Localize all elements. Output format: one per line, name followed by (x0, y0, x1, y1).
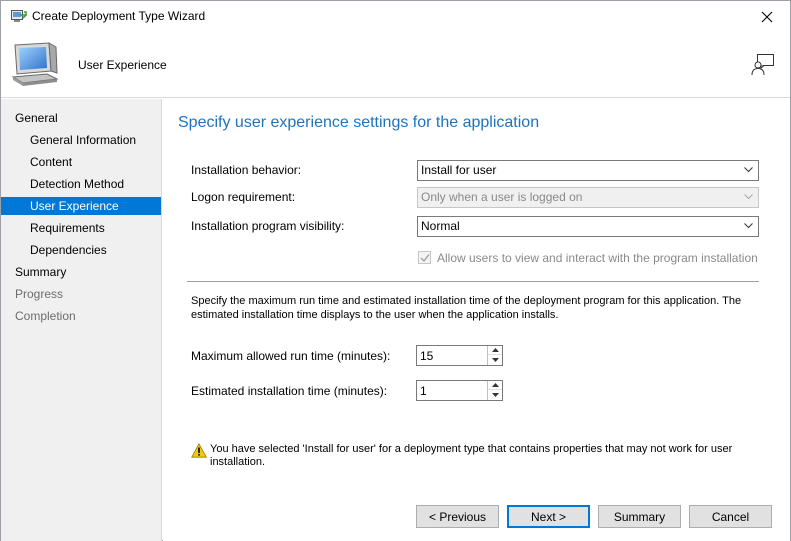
installation-behavior-value: Install for user (421, 163, 497, 177)
previous-button[interactable]: < Previous (416, 505, 499, 528)
program-visibility-select[interactable]: Normal (417, 216, 759, 237)
max-run-time-spinner[interactable]: 15 (416, 345, 503, 366)
spin-down-button[interactable] (488, 390, 502, 399)
spin-up-button[interactable] (488, 346, 502, 355)
nav-item-requirements[interactable]: Requirements (1, 219, 161, 237)
installation-behavior-label: Installation behavior: (191, 163, 302, 177)
arrow-up-icon (491, 348, 499, 352)
help-person-icon[interactable] (751, 53, 775, 77)
computer-icon (11, 42, 59, 86)
arrow-down-icon (491, 392, 499, 397)
estimated-time-spinner[interactable]: 1 (416, 380, 503, 401)
spinner-buttons (487, 346, 502, 365)
section-separator (187, 281, 759, 282)
close-icon (761, 11, 773, 22)
nav-item-dependencies[interactable]: Dependencies (1, 241, 161, 259)
warning-message: You have selected 'Install for user' for… (210, 443, 733, 468)
chevron-down-icon (744, 194, 753, 200)
max-run-time-value[interactable]: 15 (420, 349, 433, 363)
spin-down-button[interactable] (488, 355, 502, 364)
checkmark-icon (420, 254, 430, 263)
wizard-app-icon (11, 10, 27, 22)
nav-item-content[interactable]: Content (1, 153, 161, 171)
title-bar: Create Deployment Type Wizard (1, 1, 790, 32)
wizard-header: User Experience (1, 32, 790, 98)
logon-requirement-label: Logon requirement: (191, 190, 296, 204)
header-title: User Experience (78, 58, 167, 72)
allow-interact-checkbox (418, 251, 431, 264)
next-button[interactable]: Next > (507, 505, 590, 528)
logon-requirement-select: Only when a user is logged on (417, 187, 759, 208)
estimated-time-value[interactable]: 1 (420, 384, 427, 398)
cancel-button[interactable]: Cancel (689, 505, 772, 528)
allow-interact-checkbox-row: Allow users to view and interact with th… (418, 250, 758, 265)
wizard-window: Create Deployment Type Wizard User Exper… (0, 0, 791, 541)
page-heading: Specify user experience settings for the… (178, 114, 540, 131)
max-run-time-label: Maximum allowed run time (minutes): (191, 349, 391, 363)
run-time-description: Specify the maximum run time and estimat… (191, 295, 742, 321)
spin-up-button[interactable] (488, 381, 502, 390)
window-title: Create Deployment Type Wizard (32, 9, 206, 23)
nav-item-summary[interactable]: Summary (1, 263, 161, 281)
nav-item-detection-method[interactable]: Detection Method (1, 175, 161, 193)
chevron-down-icon (744, 167, 753, 173)
wizard-navigation: General General Information Content Dete… (1, 99, 162, 541)
summary-button[interactable]: Summary (598, 505, 681, 528)
nav-item-user-experience[interactable]: User Experience (1, 197, 161, 215)
program-visibility-label: Installation program visibility: (191, 219, 345, 233)
allow-interact-label: Allow users to view and interact with th… (437, 250, 758, 265)
nav-item-completion: Completion (15, 309, 76, 323)
installation-behavior-select[interactable]: Install for user (417, 160, 759, 181)
spinner-buttons (487, 381, 502, 400)
nav-item-general-information[interactable]: General Information (1, 131, 161, 149)
nav-item-progress: Progress (15, 287, 64, 301)
warning-icon (191, 443, 207, 458)
arrow-down-icon (491, 357, 499, 362)
arrow-up-icon (491, 383, 499, 387)
chevron-down-icon (744, 223, 753, 229)
nav-item-general[interactable]: General (1, 109, 161, 127)
program-visibility-value: Normal (421, 219, 460, 233)
close-button[interactable] (744, 1, 790, 32)
logon-requirement-value: Only when a user is logged on (421, 190, 583, 204)
estimated-time-label: Estimated installation time (minutes): (191, 384, 388, 398)
main-panel: Specify user experience settings for the… (163, 99, 790, 541)
